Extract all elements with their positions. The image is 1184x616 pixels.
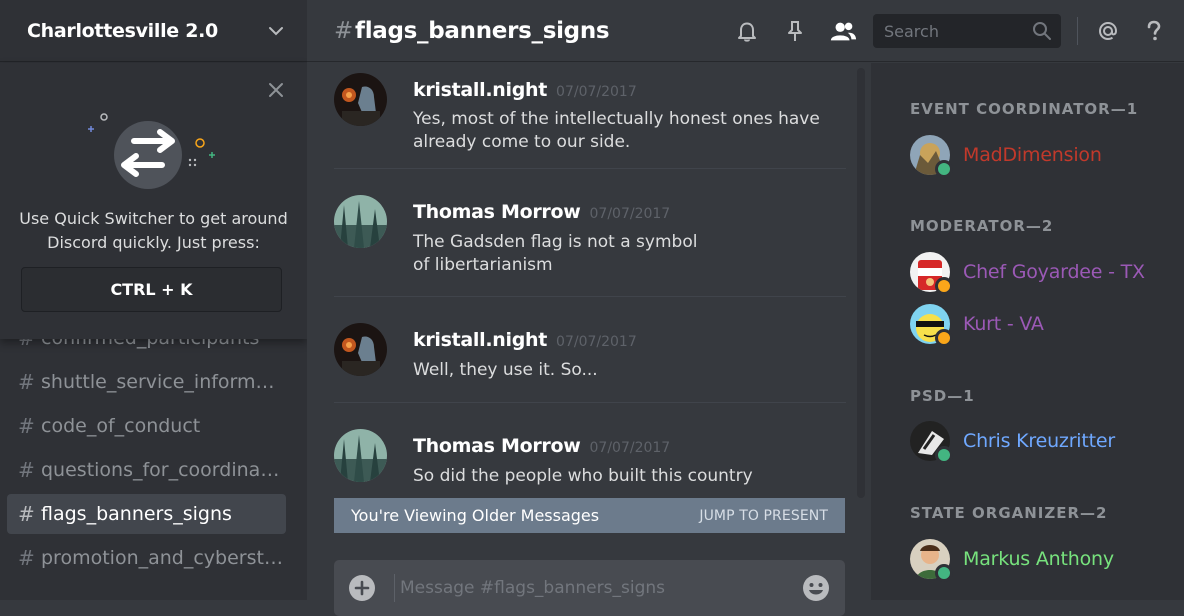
server-name: Charlottesville 2.0: [27, 19, 218, 42]
message-author[interactable]: kristall.night: [413, 329, 547, 351]
message-header: kristall.night 07/07/2017: [413, 79, 637, 101]
emoji-icon[interactable]: [801, 573, 831, 603]
message-author[interactable]: Thomas Morrow: [413, 201, 581, 223]
shortcut-key: CTRL + K: [21, 267, 282, 312]
role-header: PSD—1: [910, 387, 975, 405]
avatar: [910, 252, 953, 295]
member-name: Chris Kreuzritter: [963, 430, 1115, 452]
quick-switcher-text: Use Quick Switcher to get around Discord…: [19, 209, 288, 252]
avatar: [910, 421, 953, 464]
status-idle-icon: [935, 277, 953, 295]
composer-divider: [394, 574, 395, 602]
search-input[interactable]: [882, 20, 1032, 42]
member-item[interactable]: Chef Goyardee - TX: [910, 251, 1145, 295]
member-item[interactable]: Kurt - VA: [910, 303, 1044, 347]
hash-icon: #: [18, 502, 35, 526]
quick-switcher-icon: [88, 113, 215, 189]
message-text: Yes, most of the intellectually honest o…: [413, 109, 820, 152]
member-item[interactable]: Markus Anthony: [910, 538, 1114, 582]
message-timestamp: 07/07/2017: [556, 334, 637, 350]
message: Thomas Morrow 07/07/2017 So did the peop…: [334, 403, 846, 498]
search-box[interactable]: [873, 14, 1061, 48]
role-header: MODERATOR—2: [910, 217, 1054, 235]
upload-plus-icon[interactable]: [348, 574, 376, 602]
member-name: Kurt - VA: [963, 313, 1044, 335]
message: Thomas Morrow 07/07/2017 The Gadsden fla…: [334, 169, 846, 297]
channel-name: shuttle_service_informat…: [41, 371, 286, 393]
chevron-down-icon[interactable]: [267, 22, 285, 40]
scrollbar[interactable]: [857, 68, 865, 498]
pin-icon[interactable]: [781, 17, 809, 45]
message-list: kristall.night 07/07/2017 Yes, most of t…: [334, 63, 846, 498]
hash-icon: #: [18, 546, 35, 570]
status-idle-icon: [935, 329, 953, 347]
message-header: kristall.night 07/07/2017: [413, 329, 637, 351]
channel-name: promotion_and_cyberstr…: [41, 547, 286, 569]
hash-icon: #: [334, 17, 353, 44]
status-online-icon: [935, 446, 953, 464]
older-messages-label: You're Viewing Older Messages: [351, 506, 600, 525]
channel-item-active[interactable]: # flags_banners_signs: [7, 494, 286, 534]
message-author[interactable]: kristall.night: [413, 79, 547, 101]
channel-title: #flags_banners_signs: [334, 17, 610, 44]
avatar[interactable]: [334, 429, 387, 482]
channel-header: #flags_banners_signs: [307, 0, 1184, 62]
avatar: [910, 304, 953, 347]
member-list: EVENT COORDINATOR—1 MadDimension MODERAT…: [871, 63, 1184, 600]
member-item[interactable]: Chris Kreuzritter: [910, 420, 1115, 464]
message-header: Thomas Morrow 07/07/2017: [413, 435, 670, 457]
mentions-icon[interactable]: [1094, 17, 1122, 45]
jump-to-present-button[interactable]: JUMP TO PRESENT: [699, 508, 828, 524]
message: kristall.night 07/07/2017 Yes, most of t…: [334, 63, 846, 169]
server-header[interactable]: Charlottesville 2.0: [0, 0, 307, 62]
channel-name: code_of_conduct: [41, 415, 201, 437]
message-input[interactable]: [398, 577, 801, 599]
members-icon[interactable]: [829, 17, 857, 45]
member-name: Markus Anthony: [963, 548, 1114, 570]
avatar: [910, 135, 953, 178]
channel-name: flags_banners_signs: [41, 503, 232, 525]
message-text: So did the people who built this country: [413, 466, 753, 486]
search-icon: [1033, 22, 1051, 40]
status-online-icon: [935, 564, 953, 582]
message-timestamp: 07/07/2017: [589, 440, 671, 456]
message-text: Well, they use it. So...: [413, 360, 598, 380]
avatar[interactable]: [334, 323, 387, 376]
role-header: EVENT COORDINATOR—1: [910, 100, 1139, 118]
hash-icon: #: [18, 458, 35, 482]
member-name: Chef Goyardee - TX: [963, 261, 1145, 283]
channel-item[interactable]: # promotion_and_cyberstr…: [7, 538, 286, 578]
bell-icon[interactable]: [733, 17, 761, 45]
member-name: MadDimension: [963, 144, 1102, 166]
header-divider: [1077, 17, 1078, 45]
channel-title-text: flags_banners_signs: [354, 17, 610, 44]
message: kristall.night 07/07/2017 Well, they use…: [334, 297, 846, 403]
message-author[interactable]: Thomas Morrow: [413, 435, 581, 457]
message-header: Thomas Morrow 07/07/2017: [413, 201, 670, 223]
hash-icon: #: [18, 414, 35, 438]
status-online-icon: [935, 160, 953, 178]
channel-name: questions_for_coordinat…: [41, 459, 286, 481]
avatar[interactable]: [334, 195, 387, 248]
avatar[interactable]: [334, 73, 387, 126]
message-timestamp: 07/07/2017: [589, 206, 671, 222]
channel-item[interactable]: # questions_for_coordinat…: [7, 450, 286, 490]
message-timestamp: 07/07/2017: [556, 84, 637, 100]
close-icon[interactable]: [267, 81, 285, 99]
older-messages-bar: You're Viewing Older Messages JUMP TO PR…: [334, 498, 845, 533]
message-text: The Gadsden flag is not a symbol of libe…: [413, 232, 698, 275]
avatar: [910, 539, 953, 582]
role-header: STATE ORGANIZER—2: [910, 504, 1108, 522]
message-composer: [334, 560, 845, 616]
channel-sidebar: Charlottesville 2.0 # confirmed_particip…: [0, 0, 307, 600]
channel-item[interactable]: # shuttle_service_informat…: [7, 362, 286, 402]
channel-item[interactable]: # code_of_conduct: [7, 406, 286, 446]
member-item[interactable]: MadDimension: [910, 134, 1102, 178]
hash-icon: #: [18, 370, 35, 394]
channel-list: # confirmed_participants # shuttle_servi…: [0, 318, 307, 582]
help-icon[interactable]: [1140, 17, 1168, 45]
header-toolbar: [733, 0, 1184, 62]
